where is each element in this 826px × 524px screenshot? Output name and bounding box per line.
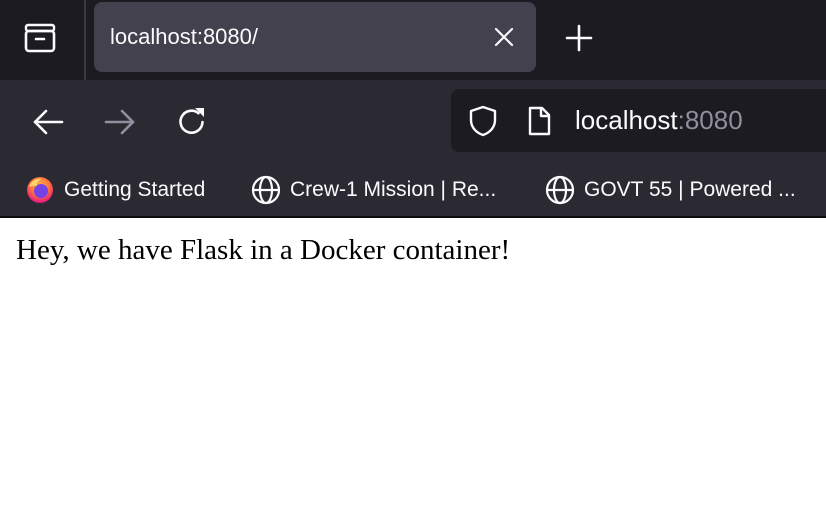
site-info-button[interactable] xyxy=(521,103,557,139)
tab-strip: localhost:8080/ xyxy=(0,0,826,80)
bookmarks-toolbar: Getting Started Crew-1 Mission | Re... G… xyxy=(0,164,826,216)
globe-icon xyxy=(544,174,576,206)
active-tab[interactable]: localhost:8080/ xyxy=(94,2,536,72)
close-icon xyxy=(494,27,514,47)
arrow-left-icon xyxy=(33,109,64,135)
reload-button[interactable] xyxy=(166,98,218,146)
bookmark-getting-started[interactable]: Getting Started xyxy=(24,172,205,208)
page-body-text: Hey, we have Flask in a Docker container… xyxy=(16,234,511,266)
url-bar[interactable]: localhost:8080 xyxy=(451,89,826,152)
url-text[interactable]: localhost:8080 xyxy=(575,89,743,152)
bookmark-label: GOVT 55 | Powered ... xyxy=(584,178,796,201)
tab-title: localhost:8080/ xyxy=(110,24,258,49)
tab-strip-divider xyxy=(84,0,86,80)
reload-icon xyxy=(179,108,204,134)
bookmark-label: Crew-1 Mission | Re... xyxy=(290,178,497,201)
back-button[interactable] xyxy=(22,98,74,146)
bookmark-label: Getting Started xyxy=(64,178,206,201)
forward-button[interactable] xyxy=(94,98,146,146)
new-tab-button[interactable] xyxy=(556,16,602,60)
close-tab-button[interactable] xyxy=(486,19,522,55)
navigation-toolbar: localhost:8080 xyxy=(0,80,826,164)
document-icon xyxy=(528,106,551,136)
shield-icon xyxy=(469,105,497,137)
plus-icon xyxy=(565,24,593,52)
browser-window: localhost:8080/ localhost:8080 Getting S… xyxy=(0,0,826,524)
tab-list-button[interactable] xyxy=(14,14,66,62)
url-host: localhost xyxy=(575,105,678,135)
arrow-right-icon xyxy=(104,109,135,135)
globe-icon xyxy=(250,174,282,206)
tracking-protection-button[interactable] xyxy=(465,103,501,139)
tab-list-icon xyxy=(24,23,56,53)
url-port: :8080 xyxy=(677,105,743,135)
bookmark-crew-1-mission[interactable]: Crew-1 Mission | Re... xyxy=(250,172,496,208)
bookmark-govt-55[interactable]: GOVT 55 | Powered ... xyxy=(544,172,796,208)
page-content: Hey, we have Flask in a Docker container… xyxy=(0,218,826,524)
firefox-icon xyxy=(24,174,56,206)
